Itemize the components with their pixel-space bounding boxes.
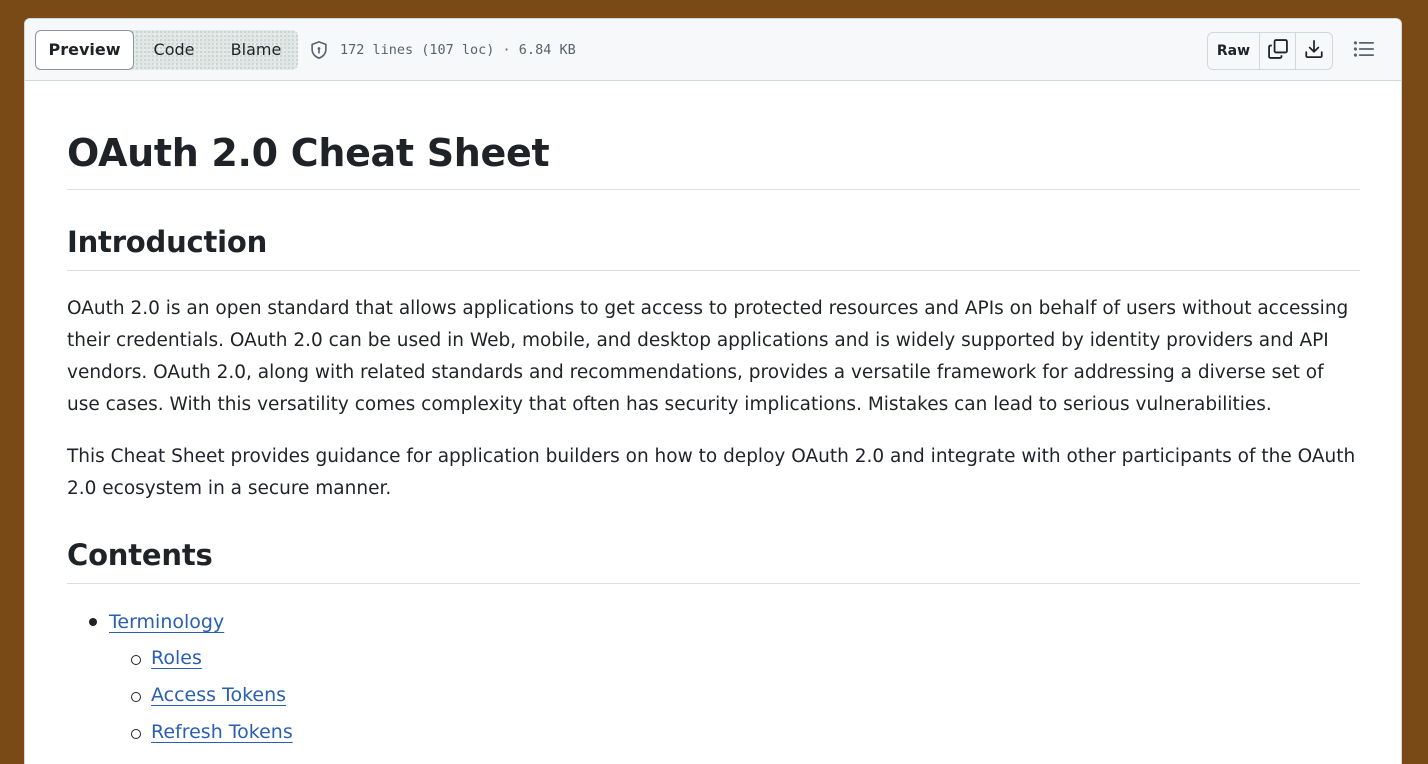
list-icon <box>1353 39 1375 63</box>
table-of-contents: Terminology Roles Access Tokens Refresh … <box>67 606 1360 751</box>
list-item: Refresh Tokens <box>131 714 1360 751</box>
toc-link-refresh-tokens[interactable]: Refresh Tokens <box>151 721 293 743</box>
list-item: Terminology Roles Access Tokens Refresh … <box>89 606 1360 751</box>
file-info: 172 lines (107 loc) · 6.84 KB <box>340 41 576 58</box>
file-viewer: Preview Code Blame 172 lines (107 loc) ·… <box>24 18 1402 764</box>
shield-icon[interactable] <box>308 39 330 61</box>
list-item: Roles <box>131 640 1360 677</box>
guidance-paragraph: This Cheat Sheet provides guidance for a… <box>67 446 1356 499</box>
raw-button[interactable]: Raw <box>1208 33 1260 69</box>
intro-paragraph: OAuth 2.0 is an open standard that allow… <box>67 298 1349 415</box>
download-button[interactable] <box>1296 33 1332 69</box>
toc-link-access-tokens[interactable]: Access Tokens <box>151 684 286 706</box>
file-actions: Raw <box>1207 32 1333 70</box>
toc-link-terminology[interactable]: Terminology <box>109 611 224 633</box>
file-toolbar: Preview Code Blame 172 lines (107 loc) ·… <box>25 19 1401 81</box>
toc-sublist: Roles Access Tokens Refresh Tokens <box>109 640 1360 751</box>
page-title: OAuth 2.0 Cheat Sheet <box>67 129 1360 190</box>
copy-icon <box>1267 38 1289 64</box>
toc-link-roles[interactable]: Roles <box>151 647 202 669</box>
contents-heading: Contents <box>67 535 1360 584</box>
preview-tab[interactable]: Preview <box>35 29 134 70</box>
view-mode-switch: Preview Code Blame <box>35 29 298 70</box>
list-item: Access Tokens <box>131 677 1360 714</box>
introduction-heading: Introduction <box>67 222 1360 271</box>
download-icon <box>1304 39 1324 63</box>
code-tab[interactable]: Code <box>134 30 214 70</box>
copy-button[interactable] <box>1260 33 1296 69</box>
outline-button[interactable] <box>1347 37 1381 65</box>
markdown-body: OAuth 2.0 Cheat Sheet Introduction OAuth… <box>25 129 1401 751</box>
blame-tab[interactable]: Blame <box>214 30 298 70</box>
